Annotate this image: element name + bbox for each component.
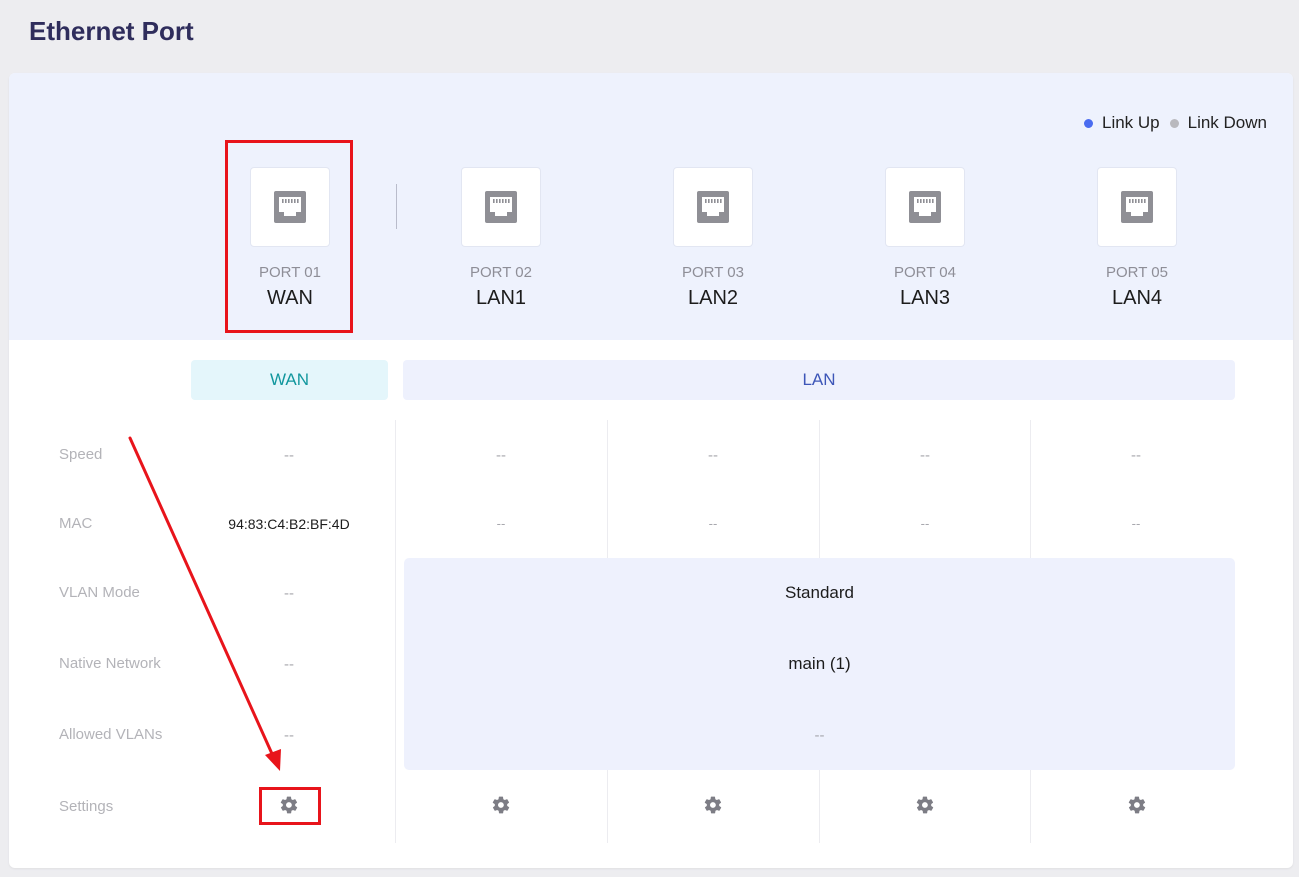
ethernet-port-icon bbox=[697, 191, 729, 223]
allowed-vlans-wan: -- bbox=[284, 727, 294, 744]
annotation-highlight-wan-settings bbox=[259, 787, 321, 825]
column-divider bbox=[395, 420, 396, 843]
ethernet-port-icon bbox=[909, 191, 941, 223]
row-label-native-network: Native Network bbox=[59, 655, 161, 672]
row-label-allowed-vlans: Allowed VLANs bbox=[59, 726, 163, 743]
row-label-settings: Settings bbox=[59, 798, 114, 815]
legend-link-up: Link Up bbox=[1083, 113, 1160, 133]
ethernet-port-icon bbox=[485, 191, 517, 223]
speed-lan2: -- bbox=[708, 447, 718, 464]
native-network-wan: -- bbox=[284, 656, 294, 673]
mac-wan: 94:83:C4:B2:BF:4D bbox=[228, 516, 350, 532]
port-box[interactable] bbox=[885, 167, 965, 247]
row-label-vlan-mode: VLAN Mode bbox=[59, 584, 140, 601]
mac-lan2: -- bbox=[708, 516, 718, 531]
port-number: PORT 02 bbox=[470, 264, 532, 281]
port-name: LAN3 bbox=[899, 287, 951, 309]
vlan-mode-lan: Standard bbox=[785, 583, 854, 602]
mac-lan3: -- bbox=[920, 516, 930, 531]
legend-link-down: Link Down bbox=[1169, 113, 1267, 133]
gear-icon bbox=[492, 796, 510, 814]
link-up-dot-icon bbox=[1083, 118, 1093, 128]
mac-lan4: -- bbox=[1131, 516, 1141, 531]
page-title: Ethernet Port bbox=[29, 16, 194, 46]
port-03[interactable]: PORT 03 LAN2 bbox=[653, 167, 773, 317]
lan3-settings-button[interactable] bbox=[913, 793, 937, 817]
port-box[interactable] bbox=[673, 167, 753, 247]
group-header-lan: LAN bbox=[403, 360, 1235, 400]
native-network-lan: main (1) bbox=[788, 654, 851, 673]
annotation-highlight-wan-port bbox=[225, 140, 353, 333]
port-box[interactable] bbox=[1097, 167, 1177, 247]
row-label-speed: Speed bbox=[59, 446, 103, 463]
lan4-settings-button[interactable] bbox=[1125, 793, 1149, 817]
gear-icon bbox=[704, 796, 722, 814]
vlan-mode-wan: -- bbox=[284, 585, 294, 602]
port-number: PORT 03 bbox=[682, 264, 744, 281]
port-box[interactable] bbox=[461, 167, 541, 247]
mac-lan1: -- bbox=[496, 516, 506, 531]
port-05[interactable]: PORT 05 LAN4 bbox=[1077, 167, 1197, 317]
speed-lan3: -- bbox=[920, 447, 930, 464]
ethernet-port-card: Link Up Link Down PORT 01 WAN PORT 02 LA… bbox=[9, 73, 1293, 868]
port-04[interactable]: PORT 04 LAN3 bbox=[865, 167, 985, 317]
port-panel: Link Up Link Down PORT 01 WAN PORT 02 LA… bbox=[9, 73, 1293, 340]
lan-shared-config: Standard main (1) -- bbox=[404, 558, 1235, 770]
speed-lan1: -- bbox=[496, 447, 506, 464]
row-label-mac: MAC bbox=[59, 515, 93, 532]
ethernet-port-icon bbox=[1121, 191, 1153, 223]
group-header-wan: WAN bbox=[191, 360, 388, 400]
lan1-settings-button[interactable] bbox=[489, 793, 513, 817]
lan2-settings-button[interactable] bbox=[701, 793, 725, 817]
gear-icon bbox=[916, 796, 934, 814]
port-number: PORT 05 bbox=[1106, 264, 1168, 281]
wan-lan-divider bbox=[396, 184, 397, 229]
legend-link-down-label: Link Down bbox=[1187, 113, 1267, 132]
port-name: LAN2 bbox=[687, 287, 739, 309]
gear-icon bbox=[1128, 796, 1146, 814]
allowed-vlans-lan: -- bbox=[814, 727, 825, 744]
legend-link-up-label: Link Up bbox=[1101, 113, 1160, 132]
speed-lan4: -- bbox=[1131, 447, 1141, 464]
speed-wan: -- bbox=[284, 447, 294, 464]
port-number: PORT 04 bbox=[894, 264, 956, 281]
link-down-dot-icon bbox=[1169, 118, 1179, 128]
port-02[interactable]: PORT 02 LAN1 bbox=[441, 167, 561, 317]
port-name: LAN1 bbox=[475, 287, 527, 309]
port-name: LAN4 bbox=[1111, 287, 1163, 309]
link-legend: Link Up Link Down bbox=[1083, 113, 1267, 133]
